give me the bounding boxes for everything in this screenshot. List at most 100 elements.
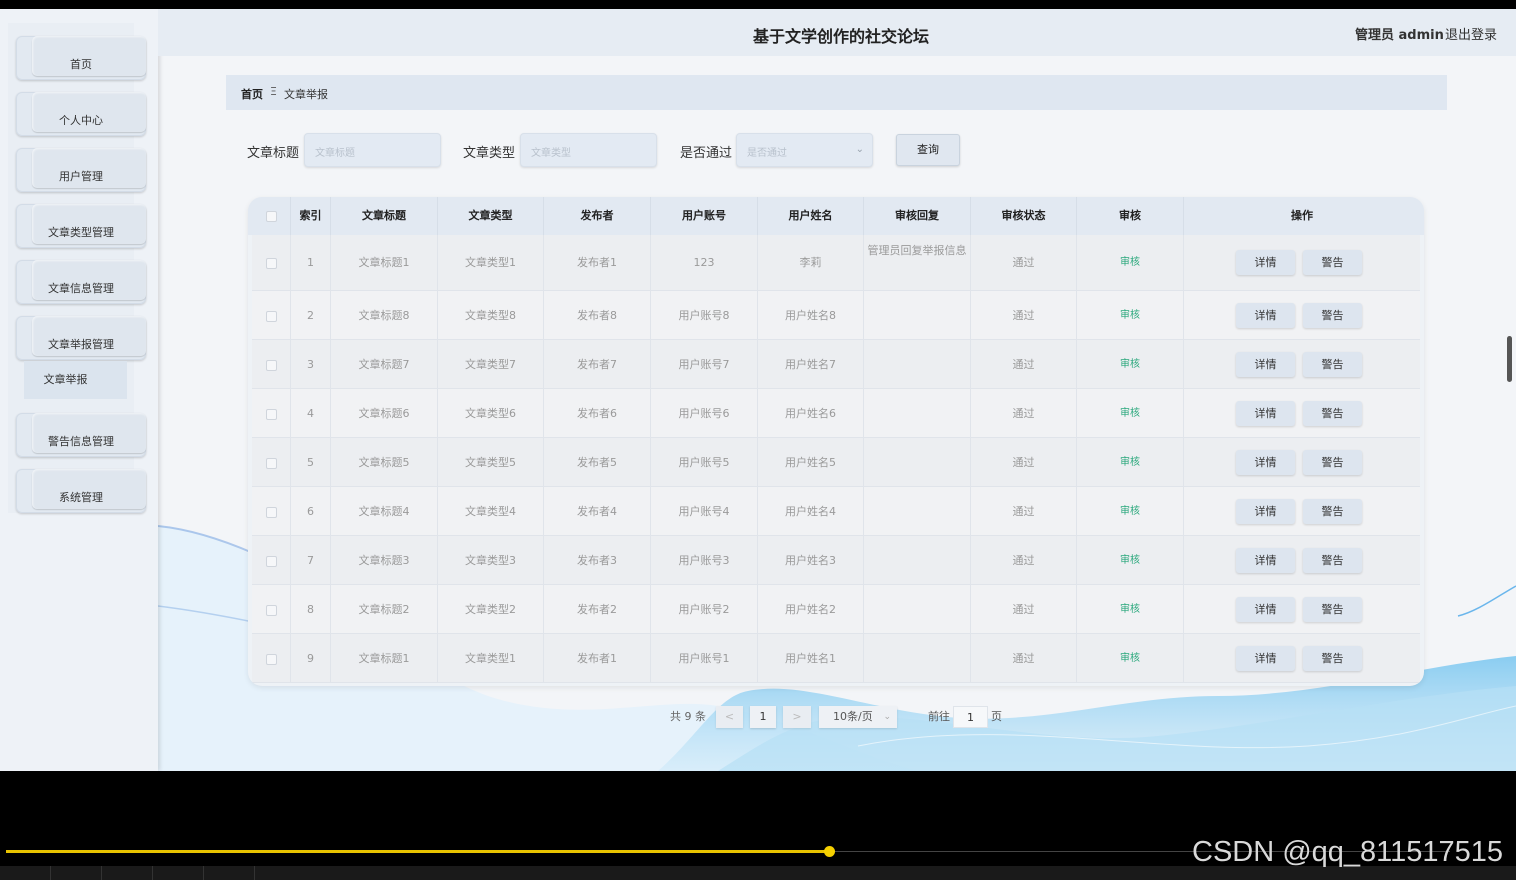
- prev-page-button[interactable]: <: [716, 706, 743, 728]
- warn-button[interactable]: 警告: [1303, 303, 1362, 328]
- cell-title: 文章标题8: [331, 291, 438, 340]
- page-size-select[interactable]: 10条/页 ⌄: [819, 706, 897, 728]
- column-header: 审核: [1077, 197, 1184, 235]
- cell-audit[interactable]: 审核: [1077, 634, 1184, 683]
- cell-audit[interactable]: 审核: [1077, 536, 1184, 585]
- sidebar-item-users[interactable]: 用户管理: [16, 148, 146, 192]
- row-checkbox[interactable]: [265, 310, 277, 322]
- row-checkbox[interactable]: [265, 506, 277, 518]
- divider: [50, 866, 51, 880]
- cell-reply: [864, 487, 971, 536]
- row-checkbox[interactable]: [265, 457, 277, 469]
- sidebar-item-articles[interactable]: 文章信息管理: [16, 260, 146, 304]
- row-checkbox[interactable]: [265, 604, 277, 616]
- video-progress-handle[interactable]: [824, 846, 835, 857]
- cell-name: 用户姓名4: [758, 487, 864, 536]
- column-header: 文章标题: [331, 197, 438, 235]
- row-select-cell: [252, 235, 291, 291]
- row-checkbox[interactable]: [265, 555, 277, 567]
- cell-reply: [864, 340, 971, 389]
- page-title: 基于文学创作的社交论坛: [753, 27, 930, 46]
- warn-button[interactable]: 警告: [1303, 548, 1362, 573]
- total-count: 共 9 条: [670, 710, 706, 723]
- breadcrumb: 首页 Ξ 文章举报: [226, 75, 1447, 110]
- goto-page-input[interactable]: 1: [953, 706, 988, 728]
- detail-button[interactable]: 详情: [1236, 548, 1295, 573]
- cell-publisher: 发布者3: [544, 536, 651, 585]
- cell-actions: 详情 警告: [1184, 634, 1420, 683]
- warn-button[interactable]: 警告: [1303, 401, 1362, 426]
- breadcrumb-current: 文章举报: [284, 88, 328, 101]
- pass-filter-select[interactable]: 是否通过 ⌄: [736, 133, 873, 167]
- detail-button[interactable]: 详情: [1236, 597, 1295, 622]
- page-scrollbar[interactable]: [1507, 336, 1512, 382]
- detail-button[interactable]: 详情: [1236, 352, 1295, 377]
- warn-button[interactable]: 警告: [1303, 352, 1362, 377]
- type-filter-input[interactable]: 文章类型: [520, 133, 657, 167]
- table-row: 9 文章标题1 文章类型1 发布者1 用户账号1 用户姓名1 通过 审核 详情 警告: [252, 634, 1420, 683]
- search-button[interactable]: 查询: [896, 134, 960, 166]
- page-number[interactable]: 1: [750, 706, 776, 728]
- row-checkbox[interactable]: [265, 408, 277, 420]
- sidebar-item-article-types[interactable]: 文章类型管理: [16, 204, 146, 248]
- sidebar-item-label: 文章信息管理: [48, 282, 114, 295]
- cell-status: 通过: [971, 585, 1077, 634]
- sidebar-item-system[interactable]: 系统管理: [16, 469, 146, 513]
- cell-actions: 详情 警告: [1184, 438, 1420, 487]
- cell-reply: [864, 389, 971, 438]
- title-filter-label: 文章标题: [247, 146, 300, 161]
- video-progress-played[interactable]: [6, 850, 829, 853]
- logout-link[interactable]: 退出登录: [1445, 24, 1497, 43]
- cell-audit[interactable]: 审核: [1077, 438, 1184, 487]
- detail-button[interactable]: 详情: [1236, 499, 1295, 524]
- cell-idx: 9: [291, 634, 331, 683]
- column-header: 用户账号: [651, 197, 758, 235]
- cell-audit[interactable]: 审核: [1077, 340, 1184, 389]
- sidebar-item-label: 个人中心: [59, 114, 103, 127]
- cell-account: 用户账号6: [651, 389, 758, 438]
- cell-account: 用户账号1: [651, 634, 758, 683]
- cell-reply: [864, 585, 971, 634]
- cell-audit[interactable]: 审核: [1077, 291, 1184, 340]
- warn-button[interactable]: 警告: [1303, 597, 1362, 622]
- cell-audit[interactable]: 审核: [1077, 585, 1184, 634]
- cell-audit[interactable]: 审核: [1077, 487, 1184, 536]
- cell-audit[interactable]: 审核: [1077, 235, 1184, 291]
- sidebar-item-warnings[interactable]: 警告信息管理: [16, 413, 146, 457]
- cell-account: 用户账号8: [651, 291, 758, 340]
- warn-button[interactable]: 警告: [1303, 250, 1362, 275]
- select-all-cell[interactable]: [252, 197, 291, 235]
- sidebar-item-home[interactable]: 首页: [16, 36, 146, 80]
- page-suffix: 页: [991, 710, 1002, 723]
- row-select-cell: [252, 340, 291, 389]
- next-page-button[interactable]: >: [783, 706, 811, 728]
- detail-button[interactable]: 详情: [1236, 303, 1295, 328]
- detail-button[interactable]: 详情: [1236, 401, 1295, 426]
- cell-status: 通过: [971, 235, 1077, 291]
- cell-audit[interactable]: 审核: [1077, 389, 1184, 438]
- sidebar-item-profile[interactable]: 个人中心: [16, 92, 146, 136]
- detail-button[interactable]: 详情: [1236, 450, 1295, 475]
- column-header: 审核回复: [864, 197, 971, 235]
- sidebar-subitem-report[interactable]: 文章举报: [24, 361, 127, 399]
- column-header: 操作: [1291, 209, 1313, 222]
- row-select-cell: [252, 438, 291, 487]
- page-size-value: 10条/页: [833, 710, 873, 723]
- warn-button[interactable]: 警告: [1303, 646, 1362, 671]
- cell-reply: [864, 536, 971, 585]
- row-checkbox[interactable]: [265, 359, 277, 371]
- breadcrumb-home[interactable]: 首页: [241, 86, 263, 102]
- select-all-checkbox[interactable]: [265, 210, 277, 222]
- row-checkbox[interactable]: [265, 257, 277, 269]
- row-checkbox[interactable]: [265, 653, 277, 665]
- detail-button[interactable]: 详情: [1236, 646, 1295, 671]
- cell-name: 用户姓名1: [758, 634, 864, 683]
- warn-button[interactable]: 警告: [1303, 450, 1362, 475]
- sidebar-item-reports[interactable]: 文章举报管理: [16, 316, 146, 360]
- cell-idx: 2: [291, 291, 331, 340]
- title-filter-input[interactable]: 文章标题: [304, 133, 441, 167]
- table-row: 7 文章标题3 文章类型3 发布者3 用户账号3 用户姓名3 通过 审核 详情 警告: [252, 536, 1420, 585]
- warn-button[interactable]: 警告: [1303, 499, 1362, 524]
- detail-button[interactable]: 详情: [1236, 250, 1295, 275]
- breadcrumb-separator-icon: Ξ: [270, 85, 277, 98]
